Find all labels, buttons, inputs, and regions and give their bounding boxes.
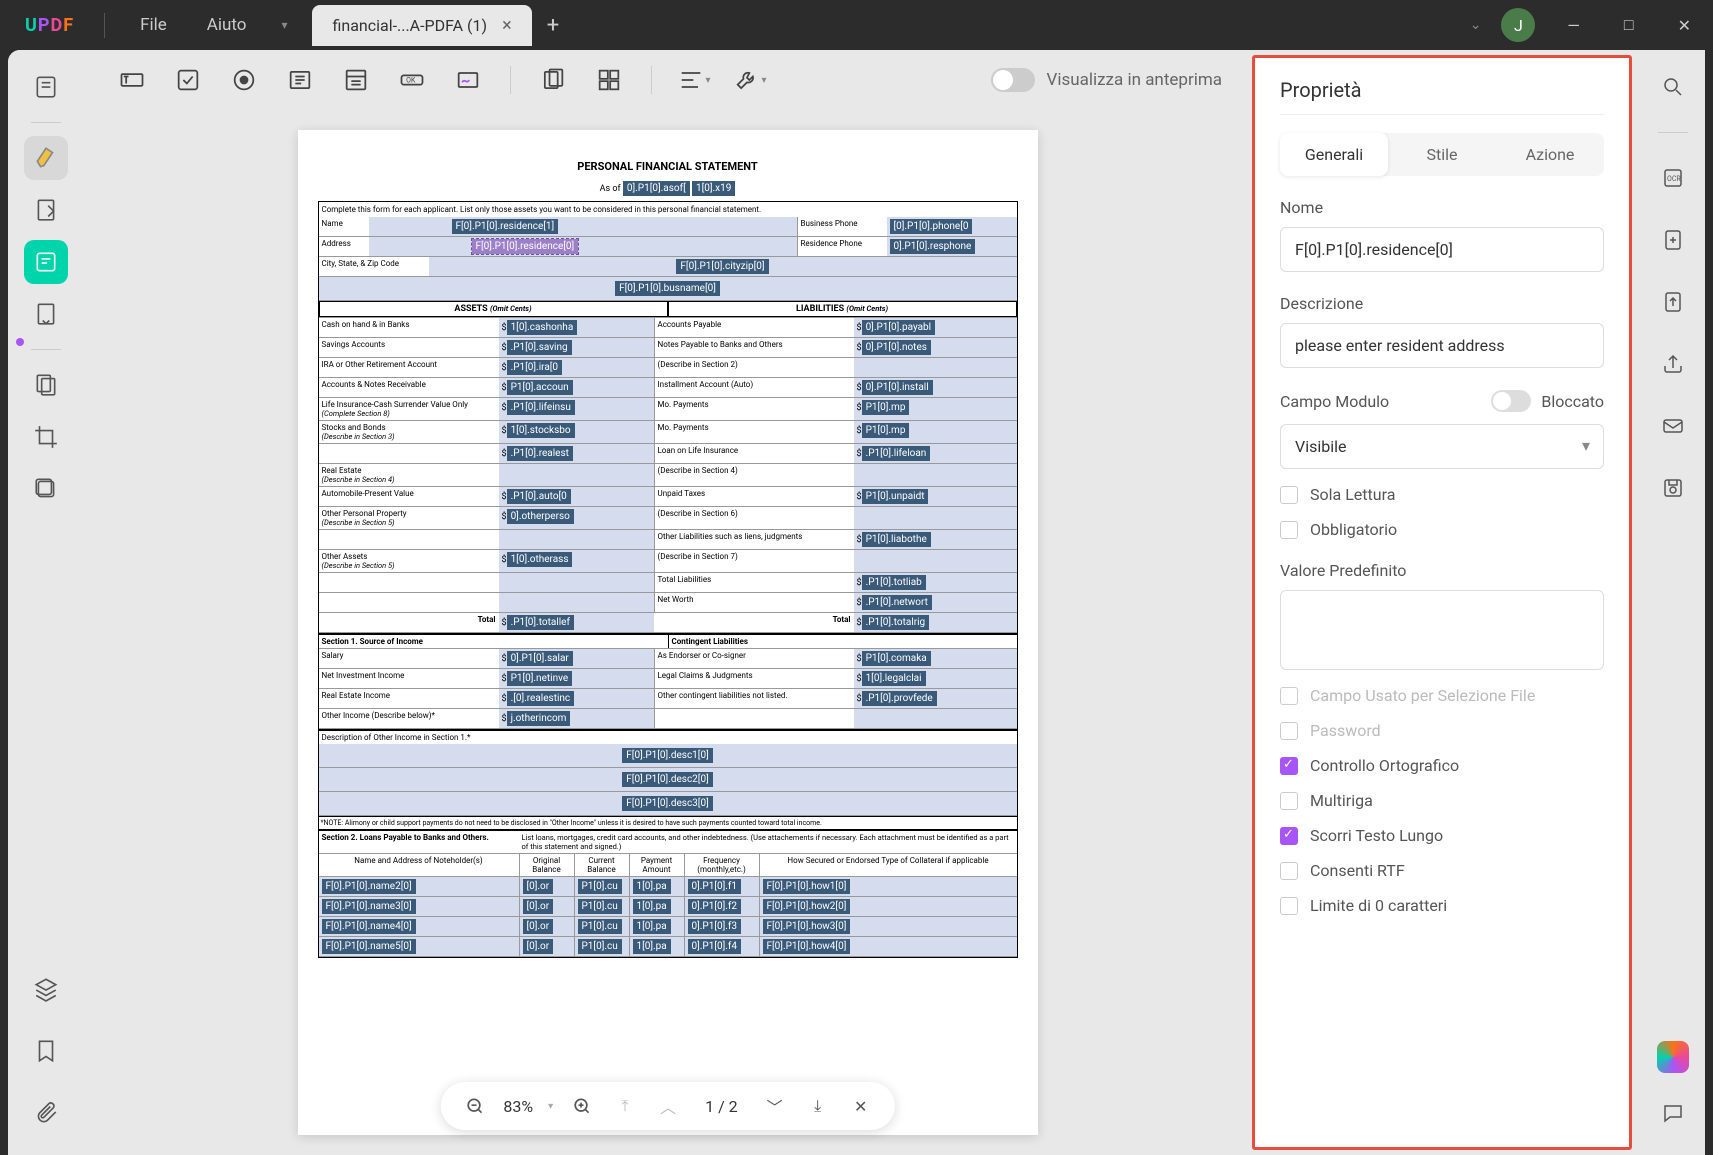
convert-icon[interactable] — [1651, 218, 1695, 262]
align-icon[interactable]: ▾ — [675, 61, 713, 99]
document-tab[interactable]: financial-...A-PDFA (1) × — [312, 5, 531, 46]
default-label: Valore Predefinito — [1280, 561, 1604, 580]
right-rail: OCR — [1640, 50, 1705, 1155]
center-pane: OK ▾ ▾ Visualizza in anteprima PERSONAL … — [83, 50, 1252, 1155]
app-logo: UPDF — [10, 15, 89, 36]
form-tool-icon[interactable] — [24, 240, 68, 284]
checkbox-field-icon[interactable] — [169, 61, 207, 99]
zoom-out-button[interactable] — [460, 1092, 488, 1120]
tab-label: financial-...A-PDFA (1) — [332, 16, 487, 35]
organize-tool-icon[interactable] — [24, 292, 68, 336]
locked-toggle[interactable] — [1491, 390, 1531, 412]
form-toolbar: OK ▾ ▾ Visualizza in anteprima — [83, 50, 1252, 110]
selected-field[interactable]: F[0].P1[0].residence[0] — [472, 239, 579, 254]
default-textarea[interactable] — [1280, 590, 1604, 670]
visibility-select[interactable]: Visibile — [1280, 424, 1604, 469]
maximize-button[interactable]: □ — [1612, 15, 1646, 35]
page-navigator: 83% ▾ ⤒ ︿ 1 / 2 ﹀ ⤓ ✕ — [440, 1082, 894, 1130]
fileselect-checkbox — [1280, 687, 1298, 705]
grid-icon[interactable] — [590, 61, 628, 99]
chevron-down-icon[interactable]: ⌄ — [1470, 17, 1482, 33]
menu-help[interactable]: Aiuto — [187, 15, 267, 35]
panel-title: Proprietà — [1280, 78, 1604, 115]
spellcheck-checkbox[interactable] — [1280, 757, 1298, 775]
tab-dropdown[interactable]: ▾ — [266, 10, 302, 40]
svg-text:OK: OK — [406, 76, 416, 84]
charlimit-checkbox[interactable] — [1280, 897, 1298, 915]
edit-tool-icon[interactable] — [24, 188, 68, 232]
tab-action[interactable]: Azione — [1496, 133, 1604, 176]
dropdown-field-icon[interactable] — [281, 61, 319, 99]
attachment-icon[interactable] — [24, 1091, 68, 1135]
layers-icon[interactable] — [24, 967, 68, 1011]
watermark-tool-icon[interactable] — [24, 467, 68, 511]
ocr-icon[interactable]: OCR — [1651, 156, 1695, 200]
chat-icon[interactable] — [1651, 1091, 1695, 1135]
document-area[interactable]: PERSONAL FINANCIAL STATEMENT As of 0].P1… — [83, 110, 1252, 1155]
share-icon[interactable] — [1651, 342, 1695, 386]
name-input[interactable] — [1280, 227, 1604, 272]
search-icon[interactable] — [1651, 65, 1695, 109]
reader-tool-icon[interactable] — [24, 65, 68, 109]
doc-title: PERSONAL FINANCIAL STATEMENT — [318, 160, 1018, 173]
readonly-checkbox[interactable] — [1280, 486, 1298, 504]
prev-page-button[interactable]: ︿ — [654, 1092, 682, 1120]
radio-field-icon[interactable] — [225, 61, 263, 99]
close-button[interactable]: ✕ — [1666, 16, 1703, 35]
duplicate-icon[interactable] — [534, 61, 572, 99]
scroll-checkbox[interactable] — [1280, 827, 1298, 845]
properties-panel: Proprietà Generali Stile Azione Nome Des… — [1252, 55, 1632, 1150]
active-tool-indicator — [16, 338, 24, 346]
signature-field-icon[interactable] — [449, 61, 487, 99]
first-page-button[interactable]: ⤒ — [611, 1092, 639, 1120]
avatar[interactable]: J — [1501, 8, 1535, 42]
bookmark-icon[interactable] — [24, 1029, 68, 1073]
rtf-checkbox[interactable] — [1280, 862, 1298, 880]
left-rail — [8, 50, 83, 1155]
desc-label: Descrizione — [1280, 294, 1604, 313]
last-page-button[interactable]: ⤓ — [804, 1092, 832, 1120]
minimize-button[interactable]: — — [1555, 16, 1592, 35]
next-page-button[interactable]: ﹀ — [761, 1092, 789, 1120]
tools-icon[interactable]: ▾ — [731, 61, 769, 99]
save-icon[interactable] — [1651, 466, 1695, 510]
compress-icon[interactable] — [1651, 280, 1695, 324]
required-checkbox[interactable] — [1280, 521, 1298, 539]
svg-text:OCR: OCR — [1667, 175, 1681, 183]
ai-icon[interactable] — [1657, 1041, 1689, 1073]
crop-tool-icon[interactable] — [24, 415, 68, 459]
locked-label: Bloccato — [1541, 392, 1604, 411]
titlebar: UPDF File Aiuto ▾ financial-...A-PDFA (1… — [0, 0, 1713, 50]
preview-label: Visualizza in anteprima — [1047, 70, 1223, 90]
add-tab-button[interactable]: + — [547, 13, 559, 38]
comment-tool-icon[interactable] — [24, 136, 68, 180]
preview-toggle[interactable] — [991, 68, 1035, 92]
zoom-level[interactable]: 83% — [503, 1097, 533, 1116]
text-field-icon[interactable] — [113, 61, 151, 99]
password-checkbox — [1280, 722, 1298, 740]
multiline-checkbox[interactable] — [1280, 792, 1298, 810]
close-nav-button[interactable]: ✕ — [847, 1092, 875, 1120]
close-icon[interactable]: × — [502, 15, 512, 36]
zoom-in-button[interactable] — [568, 1092, 596, 1120]
tab-general[interactable]: Generali — [1280, 133, 1388, 176]
property-tabs: Generali Stile Azione — [1280, 133, 1604, 176]
menu-file[interactable]: File — [120, 15, 187, 35]
pages-tool-icon[interactable] — [24, 363, 68, 407]
desc-input[interactable] — [1280, 323, 1604, 368]
name-label: Nome — [1280, 198, 1604, 217]
zoom-dropdown-icon[interactable]: ▾ — [548, 1101, 553, 1112]
tab-style[interactable]: Stile — [1388, 133, 1496, 176]
formfield-label: Campo Modulo — [1280, 392, 1389, 411]
button-field-icon[interactable]: OK — [393, 61, 431, 99]
pdf-page: PERSONAL FINANCIAL STATEMENT As of 0].P1… — [298, 130, 1038, 1135]
email-icon[interactable] — [1651, 404, 1695, 448]
listbox-field-icon[interactable] — [337, 61, 375, 99]
